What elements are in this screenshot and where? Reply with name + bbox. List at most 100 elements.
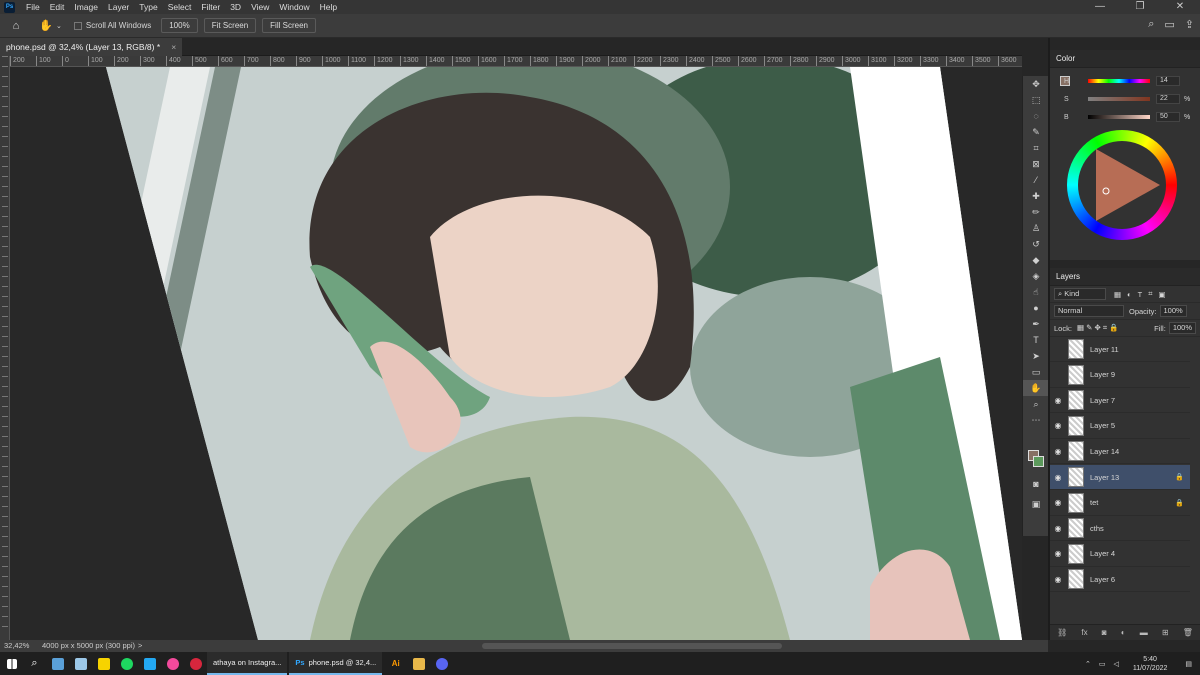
layer-thumbnail[interactable] [1068, 543, 1084, 564]
marquee-tool-icon[interactable]: ⬚ [1023, 92, 1049, 108]
document-tab[interactable]: phone.psd @ 32,4% (Layer 13, RGB/8) * × [0, 38, 183, 56]
opera-icon[interactable] [184, 652, 207, 675]
layer-row[interactable]: ◉ cths [1050, 516, 1190, 542]
layer-thumbnail[interactable] [1068, 518, 1084, 539]
path-select-icon[interactable]: ➤ [1023, 348, 1049, 364]
menu-type[interactable]: Type [134, 2, 162, 12]
menu-3d[interactable]: 3D [225, 2, 246, 12]
layer-thumbnail[interactable] [1068, 569, 1084, 590]
new-group-icon[interactable]: ▬ [1140, 628, 1148, 637]
layer-thumbnail[interactable] [1068, 364, 1084, 385]
filter-adjust-icon[interactable]: ◐ [1127, 290, 1132, 299]
background-color-swatch[interactable] [1033, 456, 1044, 467]
visibility-eye-icon[interactable]: ◉ [1050, 447, 1066, 456]
ruler-horizontal[interactable]: 200 100 0 100 200 300 400 500 600 700 800 900 1000 11… [10, 56, 1022, 67]
visibility-eye-icon[interactable]: ◉ [1050, 421, 1066, 430]
layer-thumbnail[interactable] [1068, 492, 1084, 513]
lasso-tool-icon[interactable]: ◌ [1023, 108, 1049, 124]
color-wheel[interactable] [1067, 130, 1177, 240]
new-layer-icon[interactable]: ⊞ [1162, 628, 1169, 637]
layer-name[interactable]: Layer 14 [1090, 447, 1119, 456]
layer-row[interactable]: ◉ tet 🔒 [1050, 491, 1190, 516]
layer-name[interactable]: Layer 13 [1090, 473, 1119, 482]
menu-file[interactable]: File [21, 2, 45, 12]
layer-thumbnail[interactable] [1068, 441, 1084, 462]
layer-name[interactable]: tet [1090, 498, 1098, 507]
fill-field[interactable]: 100% [1168, 322, 1196, 334]
filter-shape-icon[interactable]: ⌗ [1148, 289, 1152, 299]
layer-filter-select[interactable]: ⌕ Kind [1054, 288, 1106, 300]
menu-help[interactable]: Help [315, 2, 342, 12]
app-blue-icon[interactable] [138, 652, 161, 675]
visibility-eye-icon[interactable]: ◉ [1050, 549, 1066, 558]
layer-thumbnail[interactable] [1068, 467, 1084, 487]
layer-row[interactable]: ◉ Layer 6 [1050, 567, 1190, 593]
color-triangle[interactable] [1078, 141, 1166, 229]
add-mask-icon[interactable]: ◙ [1102, 628, 1107, 637]
menu-view[interactable]: View [246, 2, 274, 12]
visibility-eye-icon[interactable]: ◉ [1050, 575, 1066, 584]
ruler-vertical[interactable] [0, 56, 10, 640]
notifications-icon[interactable]: ▤ [1185, 660, 1192, 668]
layer-row[interactable]: ◉ Layer 11 [1050, 337, 1190, 362]
hue-value-field[interactable]: 14 [1156, 76, 1180, 86]
blend-mode-select[interactable]: Normal [1054, 305, 1124, 317]
discord-icon[interactable] [430, 652, 453, 675]
workspace-icon[interactable]: ▭ [1164, 18, 1174, 31]
eyedropper-tool-icon[interactable]: ⁄ [1023, 172, 1049, 188]
chevron-down-icon[interactable]: ⌄ [56, 22, 62, 30]
close-window-button[interactable]: ✕ [1160, 0, 1200, 14]
layer-row[interactable]: ◉ Layer 9 [1050, 363, 1190, 388]
quick-mask-icon[interactable]: ◙ [1023, 476, 1049, 492]
healing-brush-icon[interactable]: ✚ [1023, 188, 1049, 204]
folder-icon[interactable] [407, 652, 430, 675]
spotify-icon[interactable] [115, 652, 138, 675]
document-canvas[interactable] [10, 67, 1022, 640]
layer-name[interactable]: Layer 11 [1090, 345, 1119, 354]
layer-row[interactable]: ◉ Layer 5 [1050, 414, 1190, 439]
scroll-all-windows-checkbox[interactable]: Scroll All Windows [73, 21, 151, 30]
maximize-button[interactable]: ❐ [1120, 0, 1160, 14]
app-pink-icon[interactable] [161, 652, 184, 675]
filter-type-icon[interactable]: T [1138, 290, 1143, 299]
menu-edit[interactable]: Edit [45, 2, 70, 12]
hue-slider[interactable] [1088, 79, 1150, 83]
fit-screen-button[interactable]: Fit Screen [203, 18, 257, 33]
windows-start-icon[interactable] [0, 652, 23, 675]
screen-mode-icon[interactable]: ▣ [1023, 496, 1049, 512]
volume-icon[interactable]: ◁ [1113, 660, 1118, 668]
visibility-eye-icon[interactable]: ◉ [1050, 498, 1066, 507]
link-layers-icon[interactable]: ⛓ [1057, 628, 1067, 637]
share-icon[interactable]: ⇪ [1185, 18, 1194, 31]
saturation-value-field[interactable]: 22 [1156, 94, 1180, 104]
lock-pixels-icon[interactable]: ▦ ✎ ✥ ⌗ 🔒 [1077, 323, 1119, 333]
network-icon[interactable]: ▭ [1099, 660, 1106, 668]
brightness-slider[interactable] [1088, 115, 1150, 119]
fx-icon[interactable]: fx [1081, 628, 1087, 637]
crop-tool-icon[interactable]: ⌗ [1023, 140, 1049, 156]
quick-select-tool-icon[interactable]: ✎ [1023, 124, 1049, 140]
layer-thumbnail[interactable] [1068, 415, 1084, 436]
horizontal-scrollbar[interactable] [482, 643, 782, 649]
taskbar-instagram-window[interactable]: athaya on Instagra... [207, 652, 288, 675]
task-view-icon[interactable] [46, 652, 69, 675]
layers-panel-title[interactable]: Layers [1050, 268, 1200, 286]
zoom-level[interactable]: 32,42% [4, 641, 29, 650]
color-panel-title[interactable]: Color [1050, 50, 1200, 68]
sticky-notes-icon[interactable] [92, 652, 115, 675]
frame-tool-icon[interactable]: ⊠ [1023, 156, 1049, 172]
filter-pixel-icon[interactable]: ▦ [1114, 290, 1121, 299]
visibility-eye-icon[interactable]: ◉ [1050, 473, 1066, 482]
menu-window[interactable]: Window [274, 2, 314, 12]
clock[interactable]: 5:40 11/07/2022 [1133, 655, 1168, 673]
more-tools-icon[interactable]: ⋯ [1023, 412, 1049, 428]
search-icon[interactable]: ⌕ [1148, 18, 1154, 31]
layer-row[interactable]: ◉ Layer 14 [1050, 439, 1190, 465]
history-brush-icon[interactable]: ↺ [1023, 236, 1049, 252]
layer-name[interactable]: Layer 9 [1090, 370, 1115, 379]
clone-stamp-icon[interactable]: ♙ [1023, 220, 1049, 236]
filter-smart-icon[interactable]: ▣ [1158, 290, 1165, 299]
layer-name[interactable]: Layer 5 [1090, 421, 1115, 430]
visibility-eye-icon[interactable]: ◉ [1050, 524, 1066, 533]
opacity-field[interactable]: 100% [1159, 305, 1187, 317]
